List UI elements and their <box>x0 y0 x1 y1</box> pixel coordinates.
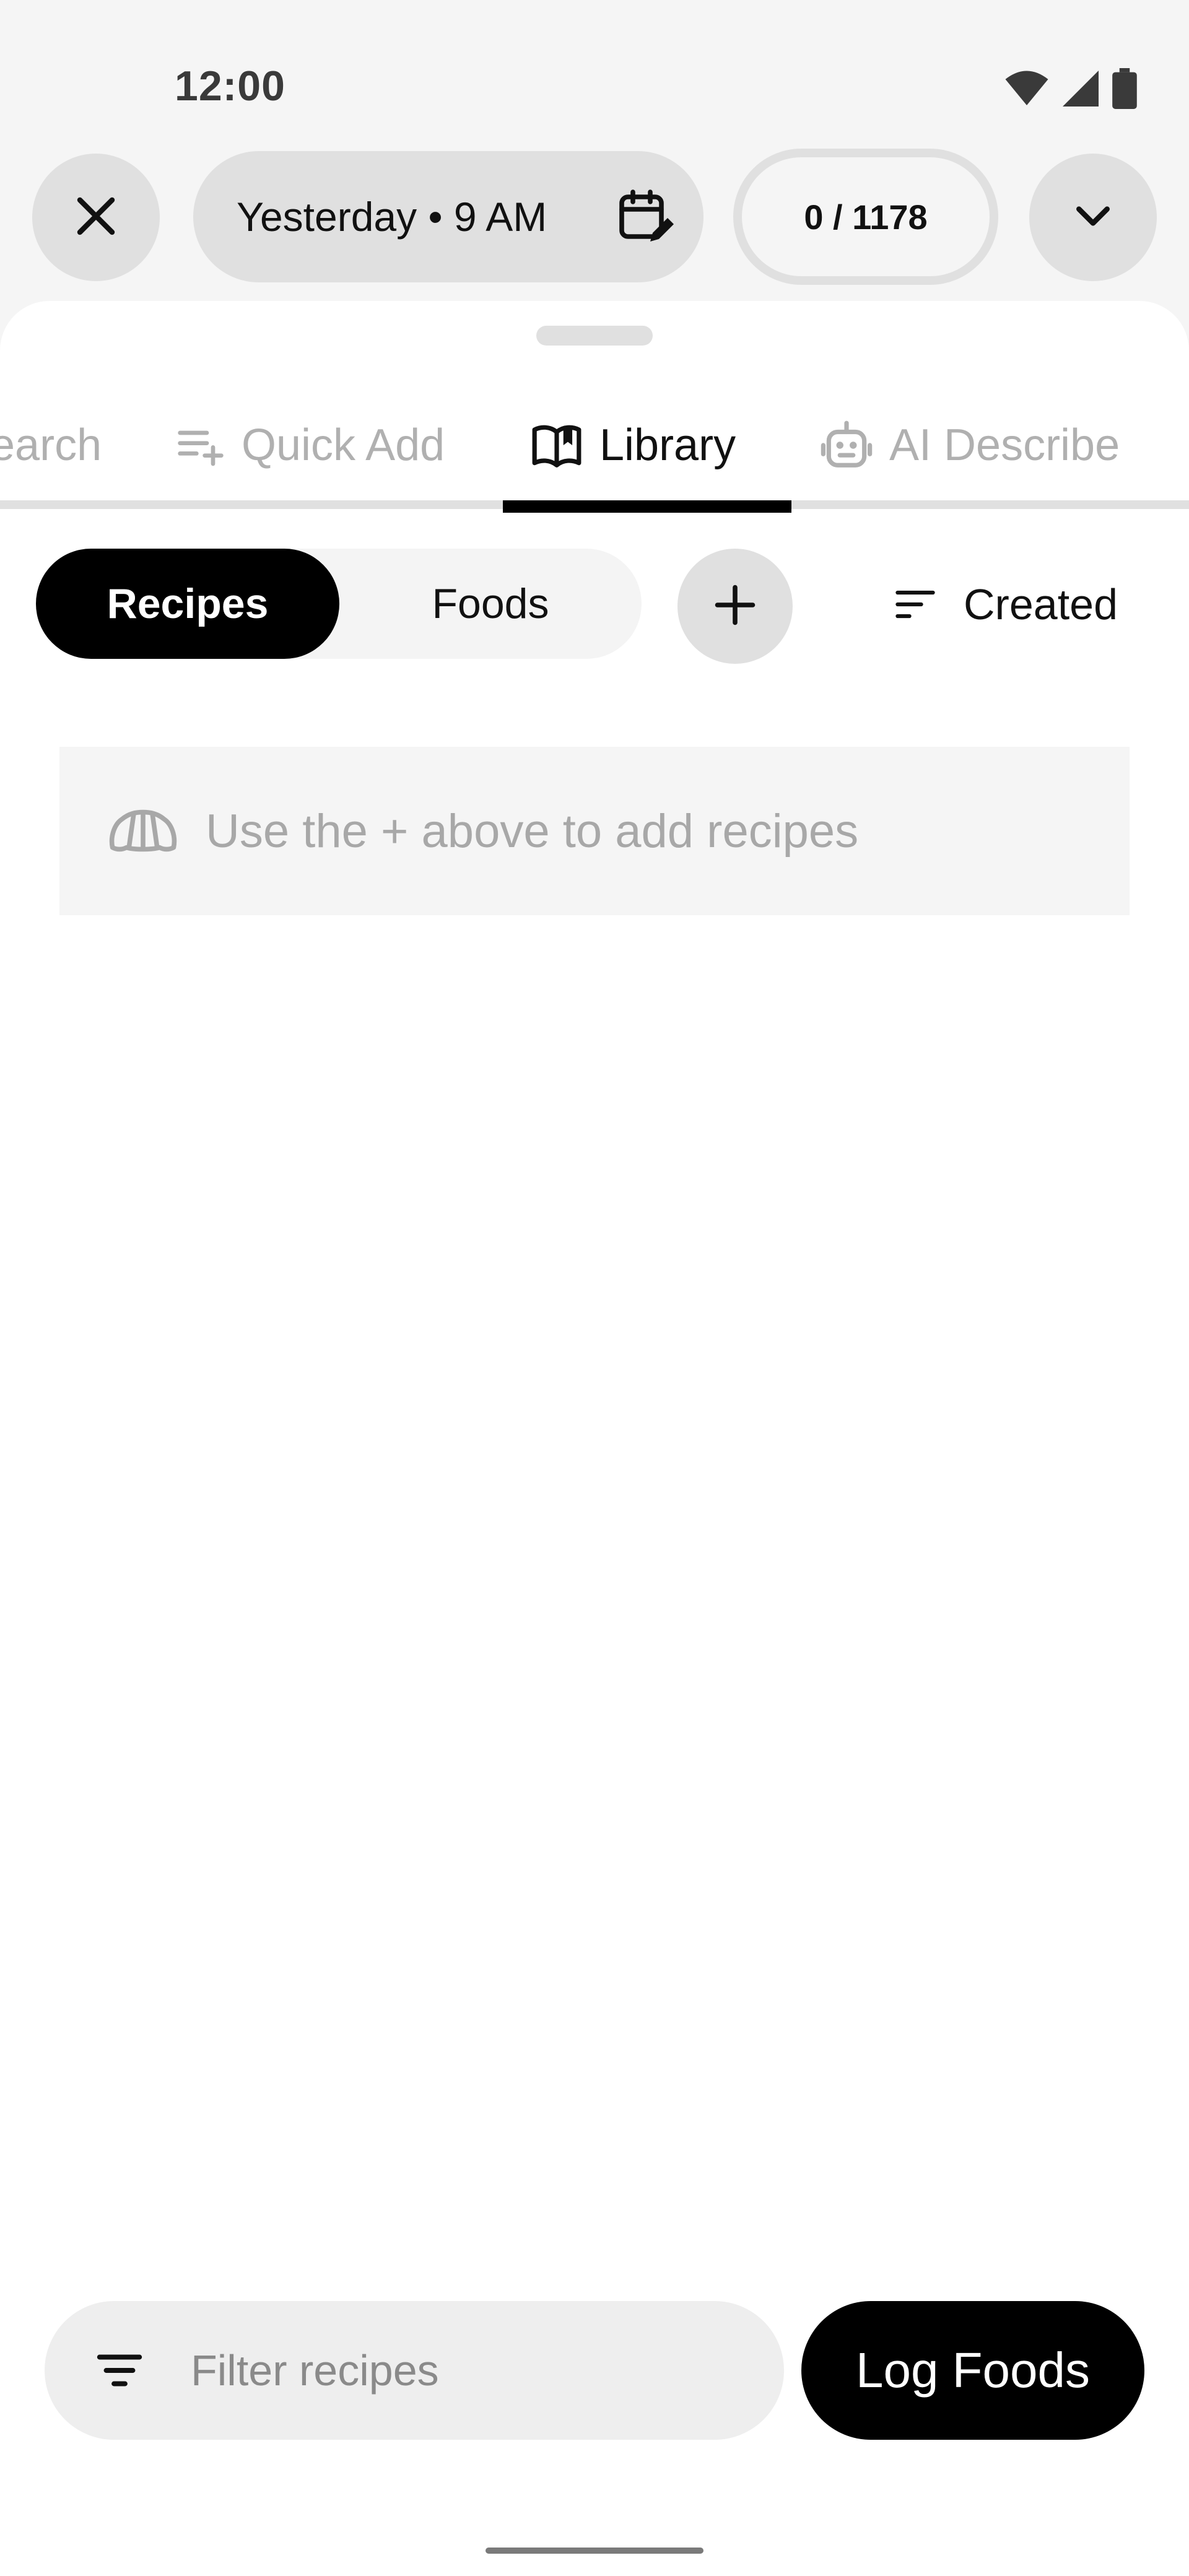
status-bar: 12:00 <box>0 0 1189 142</box>
calendar-edit-icon <box>616 187 675 256</box>
tab-quick-add[interactable]: Quick Add <box>176 388 445 503</box>
date-time-label: Yesterday • 9 AM <box>237 194 547 240</box>
filter-recipes-input[interactable] <box>189 2345 747 2396</box>
log-foods-label: Log Foods <box>855 2343 1091 2398</box>
chevron-down-icon <box>1069 192 1117 243</box>
empty-state: Use the + above to add recipes <box>59 747 1130 915</box>
top-controls: Yesterday • 9 AM 0 / 1178 <box>0 149 1189 285</box>
segment-recipes-label: Recipes <box>107 580 269 627</box>
segment-foods-label: Foods <box>432 580 549 627</box>
date-time-picker[interactable]: Yesterday • 9 AM <box>193 151 703 282</box>
tab-library[interactable]: Library <box>530 388 736 503</box>
wifi-icon <box>1004 70 1049 110</box>
sort-icon <box>892 581 939 628</box>
tab-library-label: Library <box>599 420 736 470</box>
library-segmented-control: Recipes Foods <box>36 549 642 659</box>
bottom-sheet: earch Quick Add Library AI Describe Reci… <box>0 301 1189 2576</box>
close-icon <box>72 192 120 243</box>
filter-recipes-field[interactable] <box>45 2301 784 2440</box>
plus-icon <box>712 581 759 632</box>
tab-quick-add-label: Quick Add <box>242 420 445 470</box>
playlist-add-icon <box>176 420 225 470</box>
tab-search[interactable]: earch <box>0 388 102 503</box>
expand-button[interactable] <box>1029 154 1157 281</box>
robot-icon <box>820 419 873 472</box>
counter-label: 0 / 1178 <box>804 197 928 237</box>
tab-search-label: earch <box>0 420 102 470</box>
status-icons <box>1004 68 1137 112</box>
cellular-signal-icon <box>1063 70 1099 110</box>
segment-recipes[interactable]: Recipes <box>36 549 339 659</box>
tab-ai-describe[interactable]: AI Describe <box>820 388 1120 503</box>
croissant-icon <box>108 806 178 856</box>
tab-bar: earch Quick Add Library AI Describe <box>0 388 1189 513</box>
book-open-icon <box>530 419 583 472</box>
tab-indicator <box>503 500 791 513</box>
log-foods-button[interactable]: Log Foods <box>801 2301 1144 2440</box>
system-gesture-handle[interactable] <box>486 2548 703 2554</box>
battery-icon <box>1112 68 1137 112</box>
sort-label: Created <box>964 580 1118 629</box>
calorie-counter[interactable]: 0 / 1178 <box>733 149 998 285</box>
tab-ai-describe-label: AI Describe <box>889 420 1120 470</box>
sheet-drag-handle[interactable] <box>536 326 653 346</box>
status-time: 12:00 <box>175 63 285 110</box>
add-recipe-button[interactable] <box>677 549 793 664</box>
close-button[interactable] <box>32 154 160 281</box>
empty-state-message: Use the + above to add recipes <box>206 804 859 858</box>
sort-button[interactable]: Created <box>892 561 1118 648</box>
filter-icon <box>93 2344 146 2397</box>
segment-foods[interactable]: Foods <box>339 549 642 659</box>
